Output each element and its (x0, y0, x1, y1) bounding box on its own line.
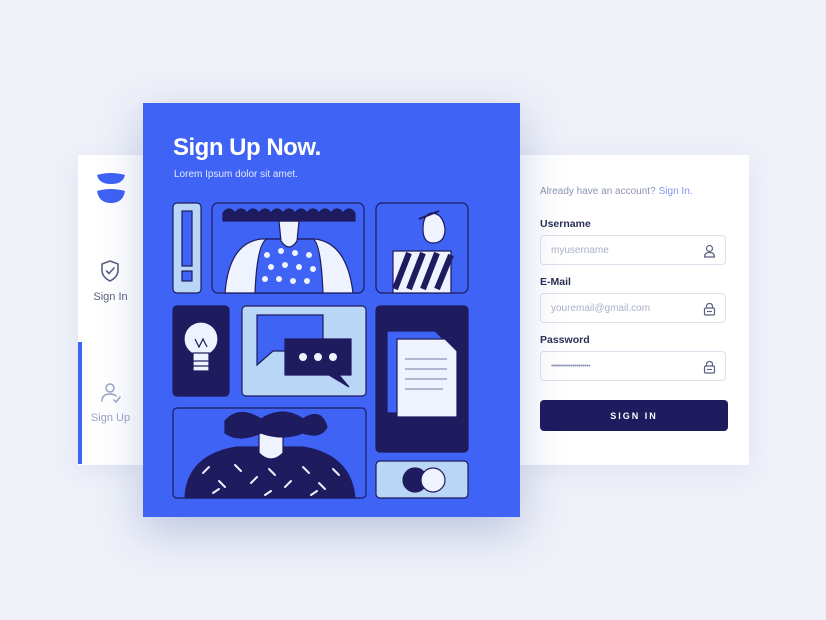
sign-in-button[interactable]: SIGN IN (540, 400, 728, 431)
man-stripes-card (375, 202, 469, 294)
username-input[interactable] (551, 236, 701, 264)
email-field-box (540, 293, 726, 323)
already-have-account-label: Already have an account? (540, 186, 656, 197)
signup-illustration (172, 202, 469, 499)
user-add-icon (101, 383, 121, 403)
email-input[interactable] (551, 294, 701, 322)
toggle-card (375, 460, 469, 499)
sign-in-link[interactable]: Sign In. (659, 186, 693, 197)
woman-dots-card (211, 202, 365, 294)
user-icon (703, 244, 716, 258)
sidebar-item-label: Sign Up (90, 412, 131, 424)
email-label: E-Mail (540, 276, 571, 288)
hero-title: Sign Up Now. (173, 134, 321, 161)
active-nav-indicator (78, 342, 82, 464)
password-input[interactable] (551, 352, 701, 380)
chat-bubbles-card (241, 305, 367, 397)
sidebar-item-sign-in[interactable]: Sign In (78, 255, 143, 319)
lock-icon (703, 360, 716, 374)
hero-subtitle: Lorem Ipsum dolor sit amet. (174, 169, 298, 180)
person-pattern-card (172, 407, 367, 499)
lock-icon (703, 302, 716, 316)
lightbulb-card (172, 305, 230, 397)
username-field-box (540, 235, 726, 265)
sidebar-item-sign-up[interactable]: Sign Up (78, 376, 143, 440)
already-have-account-text: Already have an account? Sign In. (540, 186, 693, 197)
username-label: Username (540, 218, 591, 230)
brand-logo (97, 173, 125, 203)
shield-check-icon (101, 260, 119, 282)
password-field-box (540, 351, 726, 381)
document-card (375, 305, 469, 453)
exclamation-card (172, 202, 202, 294)
password-label: Password (540, 334, 590, 346)
sidebar-item-label: Sign In (93, 291, 128, 303)
